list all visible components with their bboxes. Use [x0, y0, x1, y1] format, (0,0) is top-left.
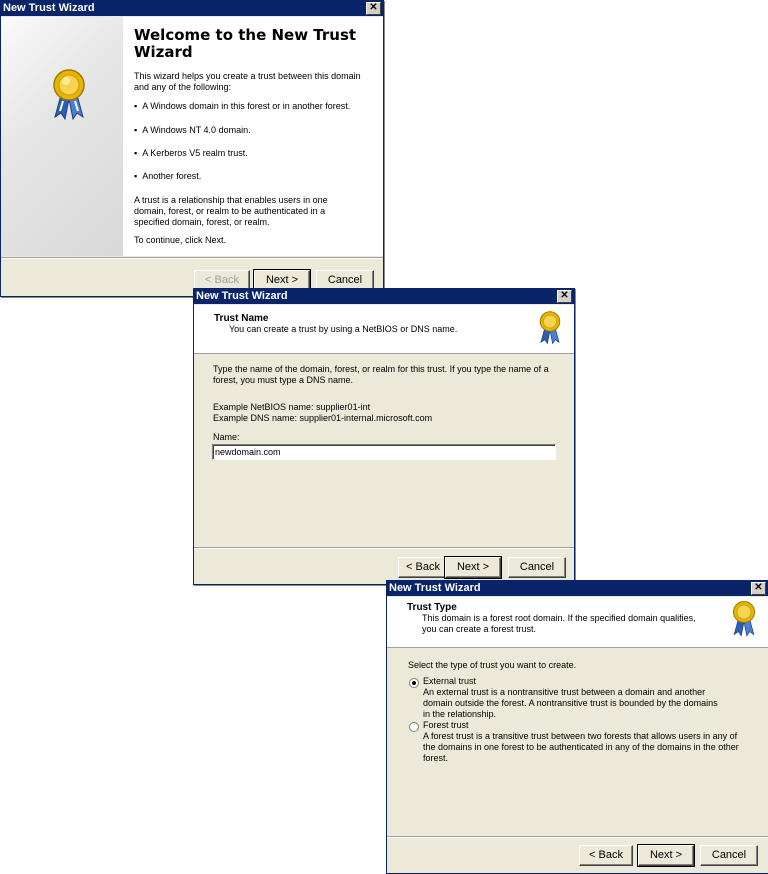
back-button[interactable]: < Back — [398, 557, 448, 578]
title-bar[interactable]: New Trust Wizard ✕ — [194, 289, 574, 304]
cancel-button[interactable]: Cancel — [508, 557, 566, 578]
close-icon: ✕ — [754, 582, 763, 593]
window-title: New Trust Wizard — [389, 582, 481, 594]
continue-instruction: To continue, click Next. — [134, 235, 227, 245]
external-trust-radio[interactable] — [409, 678, 419, 688]
example-dns: Example DNS name: supplier01-internal.mi… — [213, 413, 433, 423]
name-label: Name: — [213, 432, 240, 442]
forest-trust-radio[interactable] — [409, 722, 419, 732]
list-item: ▪ A Windows domain in this forest or in … — [134, 101, 351, 111]
title-bar[interactable]: New Trust Wizard ✕ — [1, 1, 383, 16]
instructions-text: Type the name of the domain, forest, or … — [213, 364, 549, 385]
welcome-body: Welcome to the New Trust Wizard This wiz… — [1, 17, 383, 256]
list-item: ▪ A Kerberos V5 realm trust. — [134, 148, 248, 158]
header-title: Trust Name — [214, 313, 269, 324]
close-button[interactable]: ✕ — [751, 582, 766, 595]
header-subtitle: This domain is a forest root domain. If … — [422, 613, 696, 634]
list-item: ▪ A Windows NT 4.0 domain. — [134, 125, 251, 135]
close-icon: ✕ — [369, 2, 378, 13]
welcome-wizard-window: New Trust Wizard ✕ Welcome to the New Tr… — [0, 0, 384, 297]
wizard-header: Trust Type This domain is a forest root … — [387, 597, 768, 648]
close-button[interactable]: ✕ — [557, 290, 572, 303]
award-medal-icon — [53, 69, 85, 121]
window-title: New Trust Wizard — [3, 2, 95, 14]
wizard-header: Trust Name You can create a trust by usi… — [194, 305, 574, 354]
trust-description: A trust is a relationship that enables u… — [134, 195, 328, 227]
next-button[interactable]: Next > — [637, 844, 695, 867]
next-button[interactable]: Next > — [444, 556, 502, 579]
separator — [194, 547, 574, 549]
intro-text: This wizard helps you create a trust bet… — [134, 71, 361, 92]
cancel-button[interactable]: Cancel — [700, 845, 758, 866]
forest-trust-label[interactable]: Forest trust — [423, 720, 469, 731]
trust-type-prompt: Select the type of trust you want to cre… — [408, 660, 577, 670]
header-title: Trust Type — [407, 602, 457, 613]
award-medal-icon — [539, 311, 561, 345]
trust-type-wizard-window: New Trust Wizard ✕ Trust Type This domai… — [386, 580, 768, 874]
external-trust-label[interactable]: External trust — [423, 676, 476, 687]
close-icon: ✕ — [560, 290, 569, 301]
example-netbios: Example NetBIOS name: supplier01-int — [213, 402, 371, 412]
window-title: New Trust Wizard — [196, 290, 288, 302]
separator — [387, 836, 768, 838]
wizard-side-panel — [1, 17, 123, 256]
separator — [1, 257, 383, 259]
external-trust-description: An external trust is a nontransitive tru… — [423, 687, 718, 719]
welcome-content: Welcome to the New Trust Wizard This wiz… — [134, 27, 369, 93]
award-medal-icon — [732, 600, 756, 637]
close-button[interactable]: ✕ — [366, 2, 381, 15]
trust-name-wizard-window: New Trust Wizard ✕ Trust Name You can cr… — [193, 288, 575, 585]
name-field[interactable]: newdomain.com — [212, 444, 556, 460]
back-button[interactable]: < Back — [579, 845, 633, 866]
header-subtitle: You can create a trust by using a NetBIO… — [229, 324, 458, 334]
forest-trust-description: A forest trust is a transitive trust bet… — [423, 731, 739, 763]
list-item: ▪ Another forest. — [134, 171, 202, 181]
page-title: Welcome to the New Trust Wizard — [134, 26, 357, 61]
title-bar[interactable]: New Trust Wizard ✕ — [387, 581, 768, 596]
